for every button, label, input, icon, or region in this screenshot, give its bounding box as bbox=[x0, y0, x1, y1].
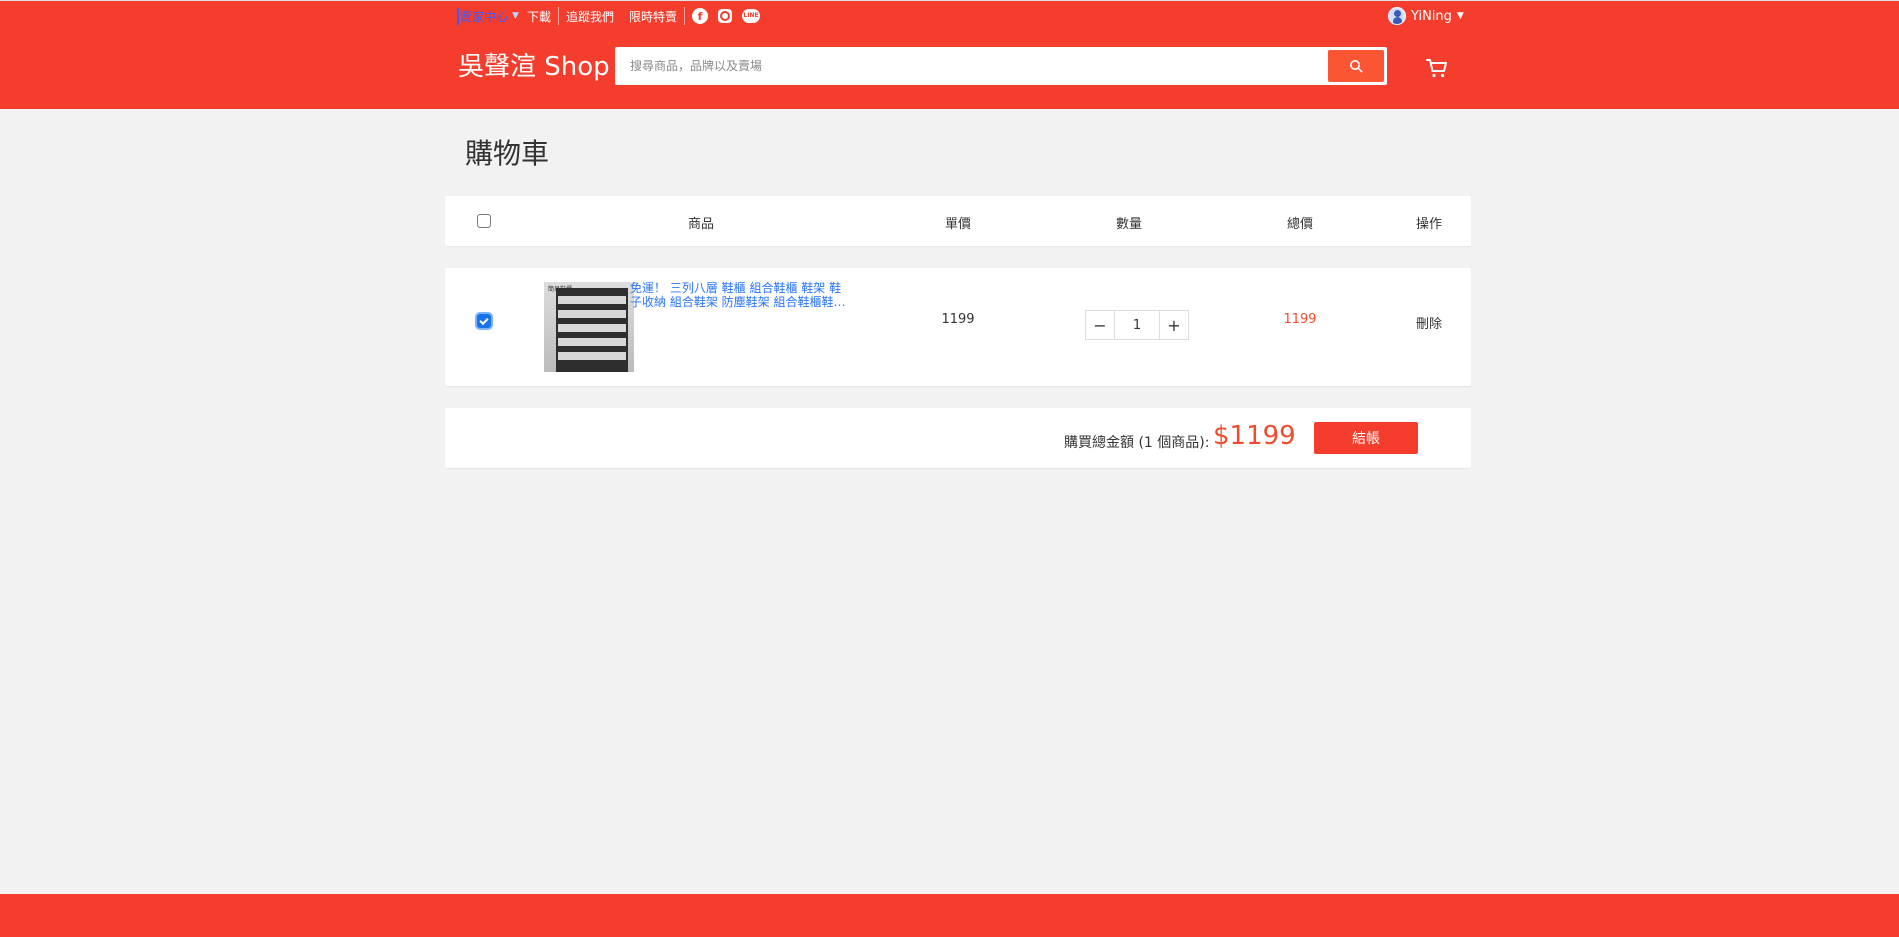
header-quantity: 數量 bbox=[1115, 217, 1143, 232]
header-product: 商品 bbox=[687, 217, 715, 232]
product-name-link[interactable]: 免運！ 三列八層 鞋櫃 組合鞋櫃 鞋架 鞋子收納 組合鞋架 防塵鞋架 組合鞋櫃鞋… bbox=[630, 281, 852, 309]
download-link[interactable]: 下載 bbox=[527, 8, 551, 25]
quantity-input[interactable]: 1 bbox=[1115, 310, 1159, 340]
search-bar bbox=[615, 47, 1387, 85]
increase-quantity-button[interactable]: + bbox=[1159, 310, 1189, 340]
instagram-icon[interactable] bbox=[717, 9, 732, 23]
shelf-row bbox=[558, 352, 626, 360]
header-total: 總價 bbox=[1286, 217, 1314, 232]
unit-price: 1199 bbox=[941, 312, 975, 327]
page-title: 購物車 bbox=[465, 137, 550, 170]
header: 賣家中心 ▼ 下載 追蹤我們 限時特賣 f LINE YiNing ▼ 吳聲渲 … bbox=[0, 0, 1899, 109]
header-unit-price: 單價 bbox=[944, 217, 972, 232]
social-links: f LINE bbox=[691, 8, 760, 24]
divider bbox=[621, 7, 622, 25]
facebook-icon[interactable]: f bbox=[691, 8, 708, 24]
item-total-price: 1199 bbox=[1283, 312, 1317, 327]
user-menu[interactable]: YiNing ▼ bbox=[1388, 7, 1464, 25]
total-amount-label: 購買總金額 (1 個商品): bbox=[1064, 435, 1210, 451]
search-button[interactable] bbox=[1328, 50, 1384, 82]
search-icon bbox=[1350, 60, 1363, 73]
shelf-row bbox=[558, 296, 626, 304]
cart-summary: 購買總金額 (1 個商品): $1199 結帳 bbox=[445, 408, 1471, 468]
cart-table-header: 商品 單價 數量 總價 操作 bbox=[445, 196, 1471, 246]
product-thumbnail[interactable]: 簡易鞋櫃 bbox=[544, 282, 634, 372]
chevron-down-icon: ▼ bbox=[1456, 11, 1464, 21]
chevron-down-icon: ▼ bbox=[512, 11, 519, 21]
quantity-stepper: − 1 + bbox=[1085, 310, 1189, 340]
select-all-checkbox[interactable] bbox=[477, 214, 491, 228]
top-navbar: 賣家中心 ▼ 下載 追蹤我們 限時特賣 f LINE bbox=[457, 6, 760, 26]
shelf-row bbox=[558, 324, 626, 332]
footer bbox=[0, 894, 1899, 937]
seller-center-label: 賣家中心 bbox=[460, 9, 509, 24]
cart-item-row: 簡易鞋櫃 免運！ 三列八層 鞋櫃 組合鞋櫃 鞋架 鞋子收納 組合鞋架 防塵鞋架 … bbox=[445, 268, 1471, 386]
username: YiNing bbox=[1411, 8, 1452, 24]
follow-us-link[interactable]: 追蹤我們 bbox=[566, 8, 614, 25]
shelf-row bbox=[558, 338, 626, 346]
header-action: 操作 bbox=[1415, 217, 1443, 232]
flash-sale-link[interactable]: 限時特賣 bbox=[629, 8, 677, 25]
cart-icon[interactable] bbox=[1425, 56, 1449, 80]
shop-logo[interactable]: 吳聲渲 Shop bbox=[458, 51, 610, 83]
divider bbox=[557, 7, 559, 25]
avatar bbox=[1388, 7, 1406, 25]
decrease-quantity-button[interactable]: − bbox=[1085, 310, 1115, 340]
divider bbox=[683, 7, 685, 25]
checkout-button[interactable]: 結帳 bbox=[1314, 422, 1418, 454]
item-checkbox[interactable] bbox=[477, 314, 491, 328]
search-input[interactable] bbox=[618, 50, 1328, 82]
total-amount: $1199 bbox=[1213, 421, 1296, 451]
seller-center-link[interactable]: 賣家中心 ▼ bbox=[457, 7, 519, 25]
delete-item-button[interactable]: 刪除 bbox=[1416, 313, 1442, 332]
line-icon[interactable]: LINE bbox=[741, 9, 760, 23]
shelf-row bbox=[558, 310, 626, 318]
